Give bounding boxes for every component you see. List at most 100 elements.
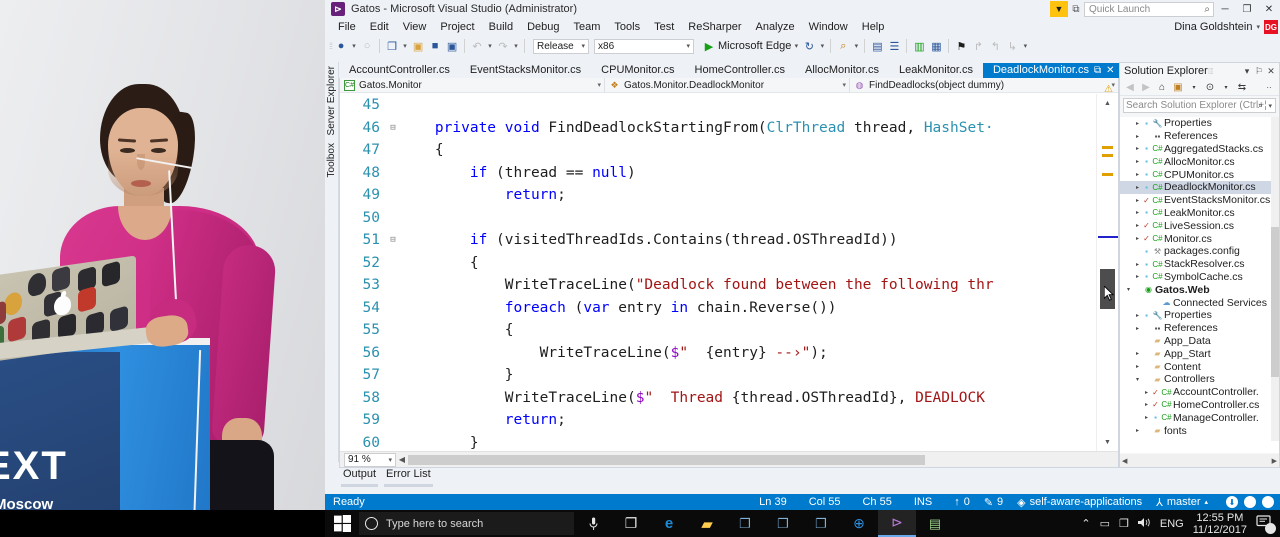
menu-build[interactable]: Build: [482, 21, 520, 33]
code-line[interactable]: 57 }: [340, 364, 1118, 387]
tab-accountcontroller-cs[interactable]: AccountController.cs: [339, 63, 460, 78]
tree-item[interactable]: ▸ ✓ C# Monitor.cs: [1120, 232, 1279, 245]
expander-icon[interactable]: ▸: [1133, 427, 1142, 434]
save-icon[interactable]: ■: [427, 38, 443, 54]
clock[interactable]: 12:55 PM 11/12/2017: [1193, 512, 1247, 536]
warning-marker[interactable]: [1102, 173, 1113, 176]
start-debug-target[interactable]: Microsoft Edge: [718, 40, 791, 52]
menu-file[interactable]: File: [331, 21, 363, 33]
file-explorer-icon[interactable]: ▰: [688, 510, 726, 537]
decrease-indent-icon[interactable]: ▦: [928, 38, 944, 54]
expander-icon[interactable]: ▸: [1133, 325, 1142, 332]
tree-item[interactable]: ▸ ✓ C# EventStacksMonitor.cs: [1120, 194, 1279, 207]
tree-item[interactable]: ▸ ✓ C# LiveSession.cs: [1120, 219, 1279, 232]
tree-item[interactable]: ▰ App_Data: [1120, 335, 1279, 348]
solution-explorer-scrollbar-thumb[interactable]: [1271, 227, 1279, 377]
pin-icon[interactable]: ⚐: [1253, 66, 1265, 77]
menu-debug[interactable]: Debug: [520, 21, 566, 33]
menu-analyze[interactable]: Analyze: [748, 21, 801, 33]
warning-marker-icon[interactable]: ⚠: [1103, 84, 1114, 95]
chevron-down-icon[interactable]: ▾: [1241, 66, 1253, 77]
solution-platform-dropdown[interactable]: x86 ▾: [594, 38, 695, 54]
expander-icon[interactable]: ▸: [1133, 184, 1142, 191]
overflow-icon[interactable]: ··: [1262, 80, 1276, 94]
tree-item[interactable]: ▸ ✓ C# AccountController.: [1120, 386, 1279, 399]
microphone-icon[interactable]: [574, 510, 612, 537]
menu-tools[interactable]: Tools: [607, 21, 647, 33]
code-line[interactable]: 58 WriteTraceLine($" Thread {thread.OSTh…: [340, 387, 1118, 410]
expander-icon[interactable]: ▸: [1133, 363, 1142, 370]
code-line[interactable]: 52 {: [340, 252, 1118, 275]
tab-deadlockmonitor-cs[interactable]: DeadlockMonitor.cs ⧉ ✕: [982, 63, 1125, 78]
expander-icon[interactable]: ▸: [1142, 401, 1151, 408]
scroll-left-arrow-icon[interactable]: ◀: [1122, 457, 1127, 465]
expander-icon[interactable]: ▸: [1133, 197, 1142, 204]
code-line[interactable]: 55 {: [340, 319, 1118, 342]
expander-icon[interactable]: ▸: [1133, 171, 1142, 178]
chevron-down-icon[interactable]: ▾: [818, 42, 826, 50]
code-line[interactable]: 49 return;: [340, 184, 1118, 207]
close-icon[interactable]: ✕: [1265, 66, 1277, 77]
sync-with-active-document-icon[interactable]: ⇆: [1235, 80, 1249, 94]
expander-icon[interactable]: ▸: [1142, 414, 1151, 421]
tab-eventstacksmonitor-cs[interactable]: EventStacksMonitor.cs: [460, 63, 591, 78]
toolbar-grip[interactable]: ⁞⁞: [329, 41, 333, 51]
code-line[interactable]: 54 foreach (var entry in chain.Reverse()…: [340, 297, 1118, 320]
chevron-down-icon[interactable]: ▾: [1187, 80, 1201, 94]
perfview-icon[interactable]: ▤: [916, 510, 954, 537]
screenshot-icon[interactable]: ⧉: [1068, 1, 1084, 17]
visual-studio-icon[interactable]: ⊳: [878, 510, 916, 537]
search-input[interactable]: Search Solution Explorer (Ctrl+¦ ⌕ ▾: [1123, 98, 1276, 113]
scroll-left-arrow-icon[interactable]: ◀: [396, 455, 408, 464]
scroll-up-arrow-icon[interactable]: ▲: [1102, 100, 1113, 108]
chevron-down-icon[interactable]: ▾: [401, 42, 409, 50]
tree-item[interactable]: ▸ ▪ C# SymbolCache.cs: [1120, 271, 1279, 284]
code-text-area[interactable]: 45 46 ⊟ private void FindDeadlockStartingF…: [340, 94, 1118, 451]
remote-desktop-icon[interactable]: ❐: [726, 510, 764, 537]
expander-icon[interactable]: ▸: [1133, 350, 1142, 357]
status-pending-changes[interactable]: ✎ 9: [970, 496, 1003, 509]
tab-output[interactable]: Output: [339, 468, 380, 487]
save-all-icon[interactable]: ▣: [444, 38, 460, 54]
solution-configuration-dropdown[interactable]: Release ▾: [533, 38, 590, 54]
status-unpushed-commits[interactable]: ↑ 0: [932, 496, 970, 508]
tree-item[interactable]: ☁ Connected Services: [1120, 296, 1279, 309]
menu-team[interactable]: Team: [567, 21, 608, 33]
tree-item[interactable]: ▸ ▪ C# AllocMonitor.cs: [1120, 155, 1279, 168]
tab-cpumonitor-cs[interactable]: CPUMonitor.cs: [591, 63, 684, 78]
expander-icon[interactable]: ▸: [1133, 235, 1142, 242]
show-hidden-icons-icon[interactable]: ⌃: [1081, 517, 1090, 530]
tree-item[interactable]: ▸ ▪ C# ManageController.: [1120, 411, 1279, 424]
code-line[interactable]: 60 }: [340, 432, 1118, 452]
solution-explorer-hscrollbar[interactable]: ◀ ▶: [1120, 454, 1279, 467]
code-line[interactable]: 53 WriteTraceLine("Deadlock found betwee…: [340, 274, 1118, 297]
tree-item[interactable]: ▸ ▪ C# LeakMonitor.cs: [1120, 207, 1279, 220]
tree-item[interactable]: ▸ ▪▪ References: [1120, 130, 1279, 143]
editor-scrollbar-gutter[interactable]: ⚠ ▲ ▼: [1096, 84, 1118, 451]
new-project-icon[interactable]: ❐: [384, 38, 400, 54]
code-line[interactable]: 50: [340, 207, 1118, 230]
task-view-icon[interactable]: ❐: [612, 510, 650, 537]
code-fold-icon[interactable]: ⊟: [386, 229, 400, 252]
quick-launch-input[interactable]: Quick Launch ⌕: [1084, 1, 1214, 17]
safari-icon[interactable]: ⊕: [840, 510, 878, 537]
tree-item[interactable]: ▸ ▪▪ References: [1120, 322, 1279, 335]
refresh-icon[interactable]: ↻: [801, 38, 817, 54]
user-account-area[interactable]: Dina Goldshtein ▾ DG: [1174, 18, 1278, 36]
home-icon[interactable]: ⌂: [1155, 80, 1169, 94]
menu-project[interactable]: Project: [433, 21, 481, 33]
feedback-status-icon[interactable]: [1244, 496, 1256, 508]
tree-item[interactable]: ▸ ▰ Content: [1120, 360, 1279, 373]
horizontal-scrollbar-thumb[interactable]: [408, 454, 925, 465]
network-icon[interactable]: ❐: [1119, 517, 1129, 530]
menu-view[interactable]: View: [396, 21, 434, 33]
edge-icon[interactable]: e: [650, 510, 688, 537]
tree-item[interactable]: ▸ ▪ C# AggregatedStacks.cs: [1120, 143, 1279, 156]
menu-help[interactable]: Help: [855, 21, 892, 33]
battery-icon[interactable]: ▭: [1100, 517, 1110, 530]
status-repository[interactable]: ◈ self-aware-applications: [1003, 496, 1142, 509]
scroll-right-arrow-icon[interactable]: ▶: [1272, 457, 1277, 465]
code-line[interactable]: 47 {: [340, 139, 1118, 162]
chevron-down-icon[interactable]: ▾: [852, 42, 860, 50]
tree-item[interactable]: ▾ ▰ Controllers: [1120, 373, 1279, 386]
